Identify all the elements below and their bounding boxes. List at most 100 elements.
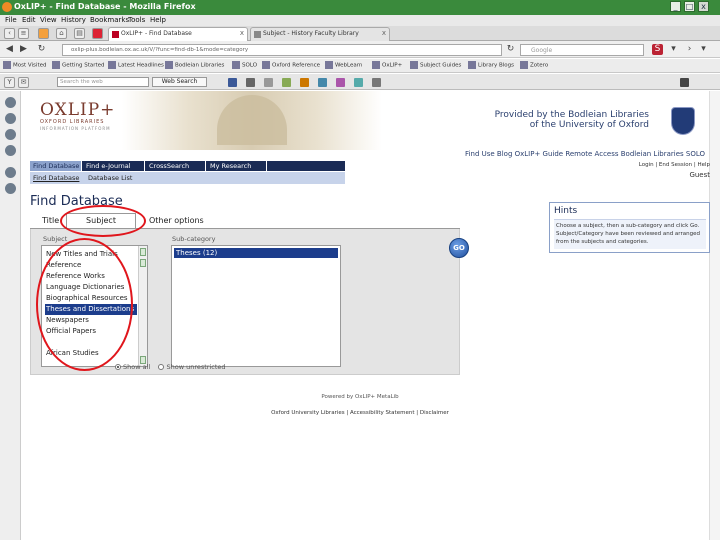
mail-icon[interactable]: ✉	[18, 77, 29, 88]
close-tab-icon[interactable]: x	[382, 29, 386, 37]
subcategory-listbox[interactable]: Theses (12)	[171, 245, 341, 367]
facebook-icon[interactable]	[228, 78, 237, 87]
nav-tab-my-research[interactable]: My Research	[207, 161, 267, 171]
bookmark-small-icon[interactable]	[264, 78, 273, 87]
more-icon[interactable]: ▾	[698, 44, 709, 55]
subnav-find-database[interactable]: Find Database	[33, 174, 79, 182]
go-button[interactable]: GO	[449, 238, 469, 258]
show-unrestricted-radio[interactable]	[158, 364, 165, 370]
menu-arrow-icon[interactable]: ›	[684, 44, 695, 55]
wrench-icon[interactable]	[680, 78, 689, 87]
oxlip-logo[interactable]: OXLIP+	[40, 100, 115, 120]
powered-by[interactable]: Powered by OxLIP+ MetaLib	[0, 394, 720, 400]
addons-sidebar-icon[interactable]	[5, 145, 16, 156]
reload-icon[interactable]: ↻	[36, 44, 47, 55]
menu-help[interactable]: Help	[150, 16, 166, 24]
bookmark-item[interactable]: Bodleian Libraries	[165, 61, 224, 69]
subject-option[interactable]: Newspapers	[45, 315, 137, 326]
bookmark-item[interactable]: Library Blogs	[468, 61, 514, 69]
show-all-radio[interactable]	[115, 364, 121, 370]
games-icon[interactable]	[336, 78, 345, 87]
scroll-thumb[interactable]	[140, 259, 146, 267]
print-icon[interactable]: ▤	[74, 28, 85, 39]
bookmark-item[interactable]: WebLearn	[325, 61, 362, 69]
nav-tab-find-ejournal[interactable]: Find e-Journal	[83, 161, 145, 171]
finance-icon[interactable]	[300, 78, 309, 87]
back-button[interactable]: ◀	[4, 44, 15, 55]
nav-tab-find-database[interactable]: Find Database	[30, 161, 82, 171]
bookmark-item[interactable]: Getting Started	[52, 61, 105, 69]
rss-icon[interactable]	[38, 28, 49, 39]
weather-icon[interactable]	[318, 78, 327, 87]
browser-sidebar	[0, 91, 21, 540]
star-sidebar-icon[interactable]	[5, 183, 16, 194]
tab-title[interactable]: Title	[42, 214, 59, 228]
subject-option-selected[interactable]: Theses and Dissertations	[45, 304, 137, 315]
scroll-up-arrow[interactable]	[140, 248, 146, 256]
tab-other-options[interactable]: Other options	[149, 214, 204, 228]
news-icon[interactable]	[282, 78, 291, 87]
subject-option[interactable]: New Titles and Trials	[45, 249, 137, 260]
tab-list-icon[interactable]: ≡	[18, 28, 29, 39]
bookmark-item[interactable]: Zotero	[520, 61, 548, 69]
main-navigation: Find Database Find e-Journal CrossSearch…	[30, 161, 345, 171]
addon-icon[interactable]	[92, 28, 103, 39]
downloads-sidebar-icon[interactable]	[5, 129, 16, 140]
bookmark-item[interactable]: SOLO	[232, 61, 257, 69]
address-bar[interactable]: oxlip-plus.bodleian.ox.ac.uk/V/?func=fin…	[62, 44, 502, 56]
tab-find-database[interactable]: OxLIP+ - Find Database x	[108, 27, 248, 41]
bookmark-icon	[262, 61, 270, 69]
subject-list-scrollbar[interactable]	[138, 246, 147, 366]
yahoo-icon[interactable]: Y	[4, 77, 15, 88]
forward-button[interactable]: ▶	[18, 44, 29, 55]
menu-bookmarks[interactable]: Bookmarks	[90, 16, 129, 24]
subnav-database-list[interactable]: Database List	[88, 174, 132, 182]
refresh-icon[interactable]: ↻	[505, 44, 516, 55]
subject-listbox[interactable]: New Titles and Trials Reference Referenc…	[41, 245, 148, 367]
external-links[interactable]: Find Use Blog OxLIP+ Guide Remote Access…	[465, 150, 705, 158]
bookmarks-sidebar-icon[interactable]	[5, 97, 16, 108]
bookmark-item[interactable]: Oxford Reference	[262, 61, 320, 69]
music-icon[interactable]	[354, 78, 363, 87]
addon-s-icon[interactable]: S	[652, 44, 663, 55]
toolbar-search-input[interactable]: Search the web	[57, 77, 149, 87]
tab-subject-history[interactable]: Subject - History Faculty Library x	[250, 27, 390, 41]
subject-option[interactable]: Reference Works	[45, 271, 137, 282]
subject-option[interactable]: African Studies	[45, 348, 137, 359]
subject-option[interactable]: Reference	[45, 260, 137, 271]
web-search-button[interactable]: Web Search	[152, 77, 207, 87]
page-scrollbar[interactable]	[709, 91, 720, 540]
session-links[interactable]: Login | End Session | Help	[639, 162, 710, 168]
menu-view[interactable]: View	[40, 16, 57, 24]
mail-small-icon[interactable]	[246, 78, 255, 87]
menu-file[interactable]: File	[5, 16, 17, 24]
bookmark-item[interactable]: Most Visited	[3, 61, 46, 69]
chevron-down-icon[interactable]: ▾	[668, 44, 679, 55]
maximize-button[interactable]: □	[684, 1, 695, 12]
search-box[interactable]: Google	[520, 44, 644, 56]
close-window-button[interactable]: x	[698, 1, 709, 12]
bookmark-item[interactable]: Latest Headlines	[108, 61, 164, 69]
subject-option[interactable]: Official Papers	[45, 326, 137, 337]
menu-tools[interactable]: Tools	[128, 16, 145, 24]
shopping-icon[interactable]	[372, 78, 381, 87]
settings-sidebar-icon[interactable]	[5, 167, 16, 178]
tab-subject[interactable]: Subject	[66, 213, 136, 229]
close-tab-icon[interactable]: x	[240, 29, 244, 37]
subcategory-option-selected[interactable]: Theses (12)	[174, 248, 338, 258]
menu-history[interactable]: History	[61, 16, 86, 24]
bookmark-icon	[372, 61, 380, 69]
bookmark-item[interactable]: Subject Guides	[410, 61, 461, 69]
bookmark-item[interactable]: OxLIP+	[372, 61, 402, 69]
footer-links[interactable]: Oxford University Libraries | Accessibil…	[0, 410, 720, 416]
subject-option[interactable]: Language Dictionaries	[45, 282, 137, 293]
minimize-button[interactable]: _	[670, 1, 681, 12]
back-small-icon[interactable]: ‹	[4, 28, 15, 39]
home-icon[interactable]: ⌂	[56, 28, 67, 39]
subject-option[interactable]: Biographical Resources	[45, 293, 137, 304]
nav-tab-crosssearch[interactable]: CrossSearch	[146, 161, 206, 171]
tab-label: Subject - History Faculty Library	[263, 30, 359, 37]
history-sidebar-icon[interactable]	[5, 113, 16, 124]
menu-edit[interactable]: Edit	[22, 16, 36, 24]
tab-bar: ‹ ≡ ⌂ ▤ OxLIP+ - Find Database x Subject…	[0, 26, 720, 41]
